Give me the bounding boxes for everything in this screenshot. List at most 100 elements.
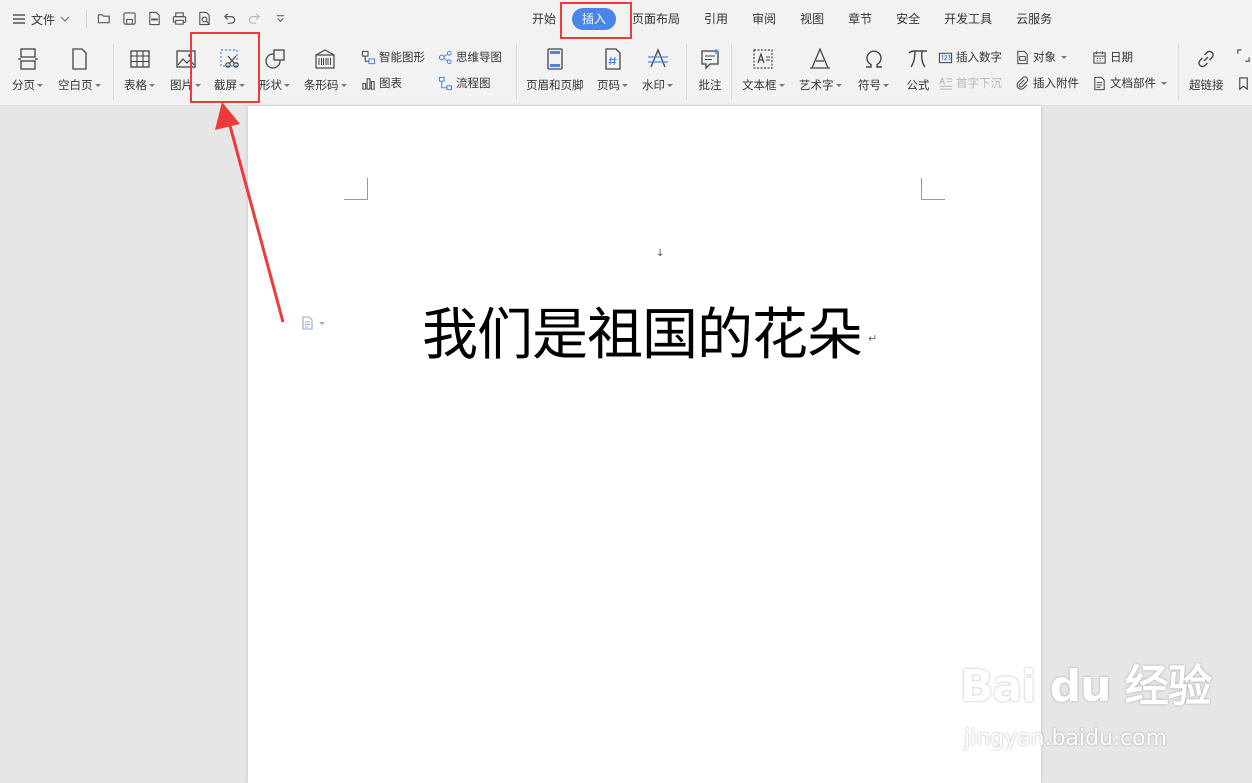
smart-art-label: 智能图形 [379, 50, 425, 64]
print-preview-button[interactable] [195, 9, 213, 27]
paragraph-layout-button[interactable] [301, 316, 325, 330]
mind-map-button[interactable]: 思维导图 [438, 48, 502, 66]
print-preview-icon [198, 11, 210, 25]
object-button[interactable]: 对象 [1015, 48, 1067, 66]
print-button[interactable] [170, 9, 188, 27]
file-menu-label: 文件 [31, 12, 56, 27]
page-break-label: 分页 [12, 78, 35, 92]
document-page[interactable]: ↓ 我们是祖国的花朵 ↵ [248, 106, 1041, 783]
undo-button[interactable] [220, 9, 238, 27]
highlight-screenshot-button [190, 32, 260, 103]
formula-label: 公式 [906, 78, 930, 92]
caret-icon [319, 321, 325, 325]
object-label: 对象 [1033, 50, 1056, 64]
page-break-button[interactable]: 分页 [12, 46, 43, 93]
insert-attachment-label: 插入附件 [1033, 76, 1079, 90]
page-number-label: 页码 [597, 78, 620, 92]
export-pdf-button[interactable] [145, 9, 163, 27]
watermark-label: 水印 [642, 78, 665, 92]
drop-cap-button[interactable]: 首字下沉 [938, 74, 1002, 92]
tab-chapter[interactable]: 章节 [836, 8, 884, 30]
page-number-button[interactable]: 页码 [597, 46, 628, 93]
word-art-label: 艺术字 [799, 78, 834, 92]
ribbon-insert: 分页 空白页 表格 图片 截屏 形状 条形码 智能图形 图表 思维导图 流程图 [0, 38, 1252, 106]
drop-cap-label: 首字下沉 [956, 76, 1002, 90]
caret-icon [1161, 81, 1167, 85]
word-art-button[interactable]: 艺术字 [799, 46, 842, 93]
omega-icon [860, 46, 888, 72]
hyperlink-button[interactable]: 超链接 [1189, 46, 1224, 93]
tab-review[interactable]: 审阅 [740, 8, 788, 30]
text-box-button[interactable]: 文本框 [742, 46, 785, 93]
document-text[interactable]: 我们是祖国的花朵 [422, 290, 863, 371]
insert-number-button[interactable]: 插入数字 [938, 48, 1002, 66]
tab-view[interactable]: 视图 [788, 8, 836, 30]
redo-button[interactable] [245, 9, 263, 27]
symbol-button[interactable]: 符号 [858, 46, 889, 93]
caret-icon [1061, 55, 1067, 59]
header-footer-icon [541, 46, 569, 72]
shape-button[interactable]: 形状 [259, 46, 290, 93]
margin-corner-mark [921, 178, 945, 200]
blank-page-icon [65, 46, 93, 72]
table-button[interactable]: 表格 [124, 46, 155, 93]
open-button[interactable] [95, 9, 113, 27]
mind-map-icon [438, 50, 452, 64]
paragraph-mark: ↓ [656, 248, 665, 259]
flow-chart-button[interactable]: 流程图 [438, 74, 491, 92]
object-icon [1017, 50, 1028, 64]
watermark-logo: Bai du 经验 [960, 661, 1212, 712]
tab-security[interactable]: 安全 [884, 8, 932, 30]
chart-label: 图表 [379, 76, 402, 90]
paragraph-mark: ↵ [868, 332, 878, 345]
doc-parts-icon [1094, 76, 1105, 90]
caret-icon [835, 83, 842, 87]
divider [686, 44, 687, 100]
save-button[interactable] [120, 9, 138, 27]
caret-icon [778, 83, 785, 87]
comment-icon [696, 46, 724, 72]
caret-icon [622, 83, 628, 87]
watermark-button[interactable]: 水印 [642, 46, 673, 93]
undo-icon [223, 12, 235, 24]
tab-developer[interactable]: 开发工具 [932, 8, 1004, 30]
barcode-icon [311, 46, 339, 72]
cross-reference-button[interactable] [1234, 46, 1252, 64]
tab-references[interactable]: 引用 [692, 8, 740, 30]
customize-toolbar-button[interactable] [271, 9, 289, 27]
divider [113, 44, 114, 100]
header-footer-button[interactable]: 页眉和页脚 [526, 46, 584, 93]
date-button[interactable]: 日期 [1092, 48, 1133, 66]
word-art-icon [806, 46, 834, 72]
doc-parts-button[interactable]: 文档部件 [1092, 74, 1167, 92]
link-icon [1192, 46, 1220, 72]
insert-attachment-button[interactable]: 插入附件 [1015, 74, 1079, 92]
smart-art-button[interactable]: 智能图形 [361, 48, 425, 66]
bookmark-button[interactable] [1234, 74, 1252, 92]
header-footer-label: 页眉和页脚 [526, 78, 584, 92]
flow-chart-icon [438, 76, 453, 90]
doc-parts-label: 文档部件 [1110, 76, 1156, 90]
formula-button[interactable]: 公式 [904, 46, 932, 93]
comment-button[interactable]: 批注 [696, 46, 724, 93]
page-number-icon [599, 46, 627, 72]
tab-cloud-service[interactable]: 云服务 [1004, 8, 1064, 30]
file-menu-button[interactable]: 文件 [12, 9, 70, 29]
caret-icon [149, 83, 155, 87]
text-box-label: 文本框 [742, 78, 777, 92]
barcode-button[interactable]: 条形码 [304, 46, 347, 93]
bookmark-icon [1238, 76, 1248, 90]
hamburger-icon [13, 14, 25, 24]
shape-label: 形状 [259, 78, 282, 92]
cross-reference-icon [1236, 48, 1250, 62]
symbol-label: 符号 [858, 78, 881, 92]
watermark-url: jingyan.baidu.com [964, 726, 1168, 751]
blank-page-button[interactable]: 空白页 [58, 46, 101, 93]
divider [86, 10, 87, 28]
shape-icon [261, 46, 289, 72]
paragraph-layout-icon [302, 316, 313, 330]
table-icon [126, 46, 154, 72]
comment-label: 批注 [698, 78, 722, 92]
chart-button[interactable]: 图表 [361, 74, 402, 92]
calendar-icon [1093, 50, 1106, 64]
